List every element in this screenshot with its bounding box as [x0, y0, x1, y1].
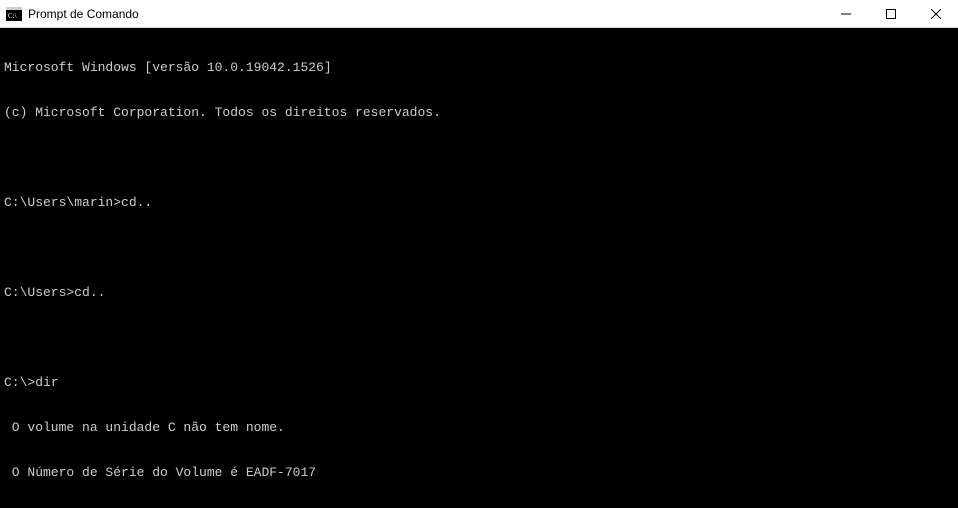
command-text: cd.. [121, 195, 152, 210]
app-icon: C:\ [6, 6, 22, 22]
titlebar: C:\ Prompt de Comando [0, 0, 958, 28]
prompt: C:\Users> [4, 285, 74, 300]
command-text: cd.. [74, 285, 105, 300]
close-button[interactable] [913, 0, 958, 27]
blank-line [4, 150, 954, 165]
volume-line: O volume na unidade C não tem nome. [4, 420, 954, 435]
header-line: Microsoft Windows [versão 10.0.19042.152… [4, 60, 954, 75]
minimize-button[interactable] [823, 0, 868, 27]
command-line: C:\>dir [4, 375, 954, 390]
prompt: C:\Users\marin> [4, 195, 121, 210]
prompt: C:\> [4, 375, 35, 390]
close-icon [931, 9, 941, 19]
blank-line [4, 240, 954, 255]
command-line: C:\Users>cd.. [4, 285, 954, 300]
maximize-button[interactable] [868, 0, 913, 27]
minimize-icon [841, 9, 851, 19]
serial-line: O Número de Série do Volume é EADF-7017 [4, 465, 954, 480]
blank-line [4, 330, 954, 345]
terminal-output[interactable]: Microsoft Windows [versão 10.0.19042.152… [0, 28, 958, 508]
command-line: C:\Users\marin>cd.. [4, 195, 954, 210]
command-prompt-window: C:\ Prompt de Comando [0, 0, 958, 508]
window-controls [823, 0, 958, 27]
window-title: Prompt de Comando [28, 7, 823, 21]
copyright-line: (c) Microsoft Corporation. Todos os dire… [4, 105, 954, 120]
command-text: dir [35, 375, 58, 390]
svg-text:C:\: C:\ [8, 12, 17, 20]
maximize-icon [886, 9, 896, 19]
